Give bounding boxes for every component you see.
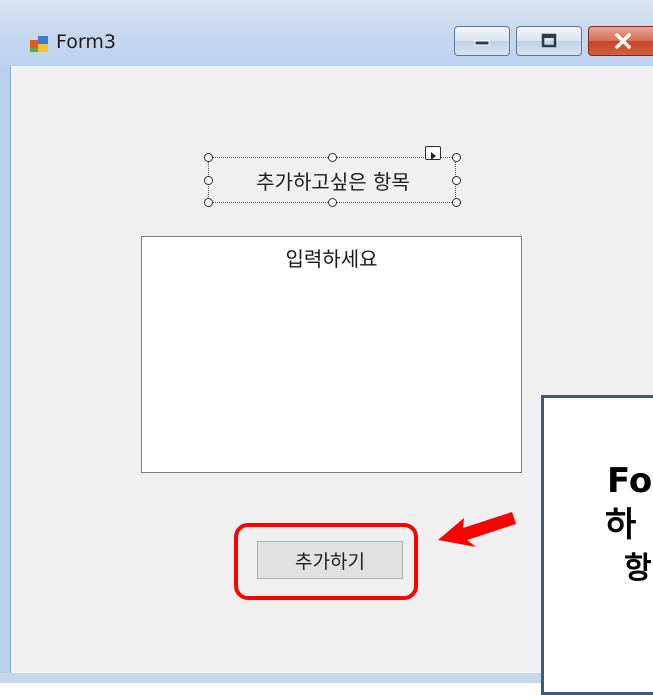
minimize-icon: [474, 40, 490, 46]
maximize-button[interactable]: [516, 26, 582, 56]
minimize-button[interactable]: [454, 26, 510, 56]
callout-line-3-wrap: 항: [624, 550, 652, 588]
resize-handle-bl[interactable]: [204, 198, 213, 207]
resize-handle-mr[interactable]: [452, 176, 461, 185]
close-icon: [615, 33, 631, 49]
smart-tag-button[interactable]: [425, 146, 441, 160]
maximize-icon: [541, 33, 557, 48]
form-icon: [30, 36, 48, 52]
title-bar[interactable]: Form3: [0, 0, 653, 66]
close-button[interactable]: [588, 26, 653, 56]
callout-line-3-text: 항: [624, 551, 652, 586]
callout-box: [541, 395, 653, 695]
item-label: 추가하고싶은 항목: [256, 169, 410, 194]
resize-handle-ml[interactable]: [204, 176, 213, 185]
pointer-arrow-icon: [438, 512, 516, 547]
resize-handle-br[interactable]: [452, 198, 461, 207]
input-textbox[interactable]: 입력하세요: [141, 236, 522, 473]
callout-line-1-text: Fo: [607, 461, 653, 501]
button-highlight-outline: [234, 523, 418, 600]
callout-line-1-wrap: Fo: [607, 462, 652, 500]
callout-line-2-text: 하: [605, 505, 637, 545]
window-title: Form3: [56, 31, 116, 53]
resize-handle-tr[interactable]: [452, 153, 461, 162]
resize-handle-tl[interactable]: [204, 153, 213, 162]
textbox-text: 입력하세요: [285, 247, 378, 271]
callout-line-2-wrap: 하: [605, 506, 636, 544]
